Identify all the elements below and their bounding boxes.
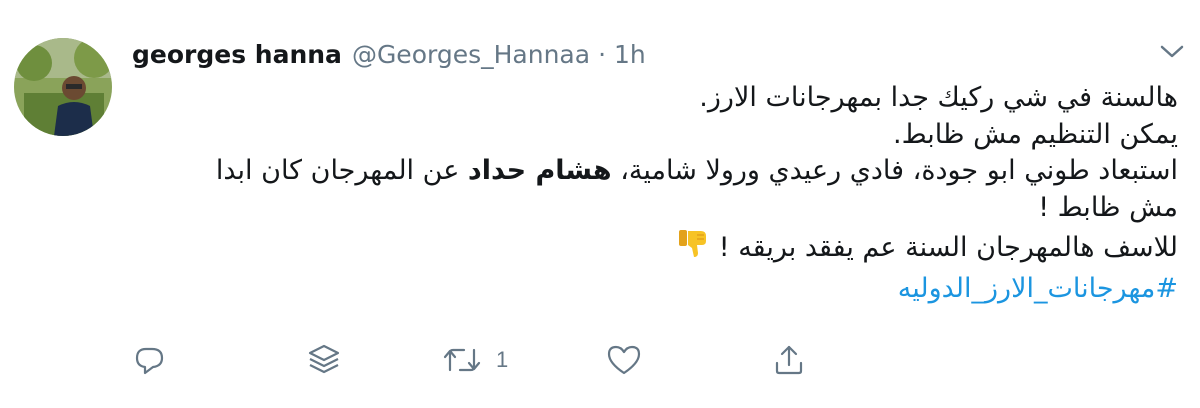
tweet-line: للاسف هالمهرجان السنة عم يفقد بريقه !: [138, 226, 1178, 271]
author-handle[interactable]: @Georges_Hannaa: [352, 40, 590, 69]
tweet-line: يمكن التنظيم مش ظابط.: [893, 118, 1178, 150]
like-icon: [606, 343, 642, 377]
tweet-text: هالسنة في شي ركيك جدا بمهرجانات الارز. ي…: [138, 80, 1178, 307]
chevron-down-icon[interactable]: [1158, 42, 1186, 62]
avatar[interactable]: [14, 38, 112, 136]
tweet-line: هالسنة في شي ركيك جدا بمهرجانات الارز.: [699, 82, 1178, 113]
action-bar: 1: [0, 338, 1200, 382]
stack-button[interactable]: [306, 338, 342, 382]
bold-name: هشام حداد: [467, 155, 612, 186]
like-button[interactable]: [606, 338, 642, 382]
tweet-card: georges hanna @Georges_Hannaa · 1h هالسن…: [0, 0, 1200, 408]
tweet-line-part: استبعاد طوني ابو جودة، فادي رعيدي ورولا …: [620, 155, 1178, 186]
separator-dot: ·: [598, 40, 607, 69]
timestamp[interactable]: 1h: [614, 40, 646, 69]
retweet-button[interactable]: 1: [442, 338, 508, 382]
tweet-line-part: عن: [422, 155, 460, 186]
author-name[interactable]: georges hanna: [132, 40, 342, 69]
reply-button[interactable]: [132, 338, 166, 382]
tweet-line-part: للاسف هالمهرجان السنة عم يفقد بريقه !: [718, 231, 1178, 263]
share-button[interactable]: [772, 338, 806, 382]
tweet-line-part: المهرجان كان ابدا: [215, 155, 415, 186]
stack-icon: [306, 342, 342, 378]
tweet-line: استبعاد طوني ابو جودة، فادي رعيدي ورولا …: [138, 153, 1178, 190]
retweet-count: 1: [496, 347, 509, 372]
hashtag-link[interactable]: #مهرجانات_الارز_الدوليه: [138, 271, 1178, 308]
share-icon: [772, 343, 806, 377]
thumbs-down-emoji: [677, 226, 711, 271]
reply-icon: [132, 343, 166, 377]
tweet-header: georges hanna @Georges_Hannaa · 1h: [132, 40, 646, 74]
tweet-line: مش ظابط !: [1038, 191, 1178, 223]
retweet-icon: [442, 343, 482, 377]
